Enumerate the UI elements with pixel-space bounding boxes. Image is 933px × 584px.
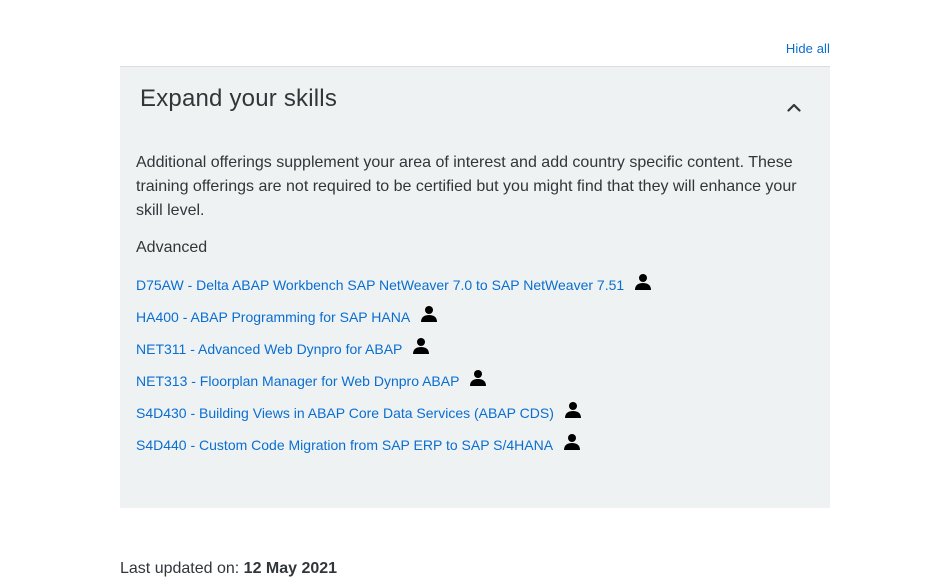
course-item: S4D430 - Building Views in ABAP Core Dat… — [136, 402, 652, 435]
course-list: D75AW - Delta ABAP Workbench SAP NetWeav… — [136, 274, 652, 467]
course-item: NET311 - Advanced Web Dynpro for ABAP — [136, 338, 652, 371]
course-item: HA400 - ABAP Programming for SAP HANA — [136, 306, 652, 339]
course-link-d75aw[interactable]: D75AW - Delta ABAP Workbench SAP NetWeav… — [136, 275, 624, 295]
course-item: D75AW - Delta ABAP Workbench SAP NetWeav… — [136, 274, 652, 307]
person-icon — [564, 434, 581, 450]
collapse-button[interactable] — [784, 99, 804, 115]
hide-all-link[interactable]: Hide all — [786, 41, 830, 56]
last-updated-date: 12 May 2021 — [243, 560, 338, 577]
person-icon — [421, 306, 438, 322]
person-icon — [564, 402, 581, 418]
course-link-net311[interactable]: NET311 - Advanced Web Dynpro for ABAP — [136, 339, 402, 359]
course-link-s4d430[interactable]: S4D430 - Building Views in ABAP Core Dat… — [136, 403, 554, 423]
course-link-s4d440[interactable]: S4D440 - Custom Code Migration from SAP … — [136, 435, 553, 455]
last-updated-label: Last updated on: — [120, 560, 240, 577]
course-item: NET313 - Floorplan Manager for Web Dynpr… — [136, 370, 652, 403]
person-icon — [635, 274, 652, 290]
person-icon — [470, 370, 487, 386]
level-label-advanced: Advanced — [136, 239, 208, 256]
chevron-up-icon — [787, 103, 801, 112]
panel-title: Expand your skills — [140, 85, 338, 112]
course-link-ha400[interactable]: HA400 - ABAP Programming for SAP HANA — [136, 307, 410, 327]
panel-description: Additional offerings supplement your are… — [136, 154, 797, 219]
course-link-net313[interactable]: NET313 - Floorplan Manager for Web Dynpr… — [136, 371, 459, 391]
person-icon — [413, 338, 430, 354]
course-item: S4D440 - Custom Code Migration from SAP … — [136, 434, 652, 467]
last-updated: Last updated on: 12 May 2021 — [120, 560, 337, 578]
expand-skills-panel: Expand your skills Additional offerings … — [120, 66, 830, 508]
